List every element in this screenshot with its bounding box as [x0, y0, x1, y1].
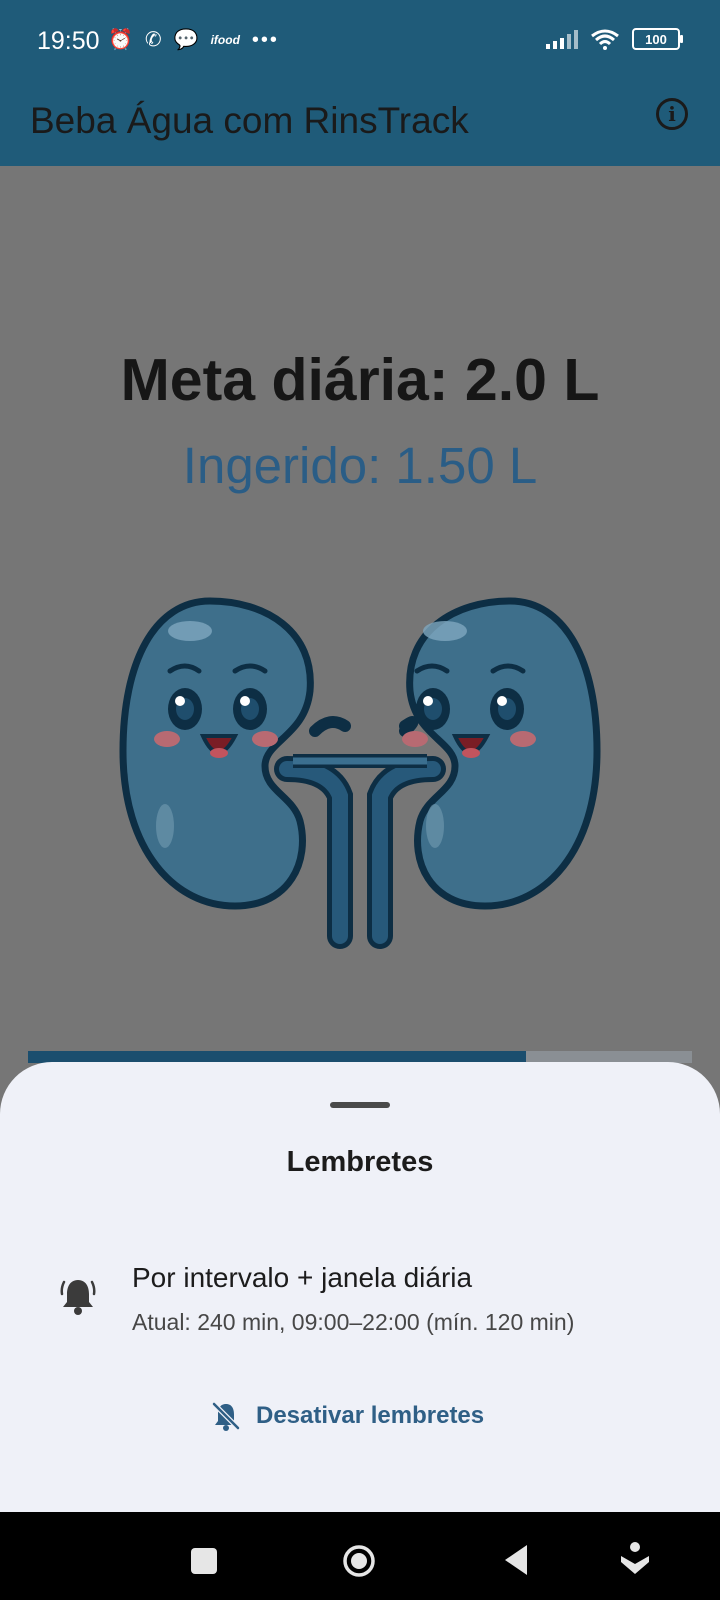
- kidney-left: [119, 597, 314, 910]
- bell-off-icon: [212, 1402, 240, 1431]
- status-system-icons: 100: [546, 28, 683, 50]
- reminders-bottom-sheet: Lembretes Por intervalo + janela diária …: [0, 1062, 720, 1512]
- status-bar: 19:50 ⏰ ✆ 💬 ifood ••• 100: [0, 0, 720, 88]
- back-icon[interactable]: [503, 1543, 529, 1577]
- app-title: Beba Água com RinsTrack: [30, 100, 469, 141]
- info-icon[interactable]: i: [656, 98, 688, 130]
- signal-icon: [546, 29, 578, 49]
- reminder-mode-subtitle: Atual: 240 min, 09:00–22:00 (mín. 120 mi…: [132, 1309, 575, 1335]
- reminder-mode-title[interactable]: Por intervalo + janela diária: [132, 1262, 472, 1294]
- ifood-icon: ifood: [210, 33, 240, 47]
- status-time: 19:50: [37, 27, 100, 55]
- alarm-icon: ⏰: [108, 29, 133, 51]
- home-icon[interactable]: [342, 1544, 376, 1578]
- chat-bubble-icon: 💬: [173, 29, 199, 51]
- assist-icon[interactable]: [618, 1540, 652, 1578]
- app-bar: Beba Água com RinsTrack: [0, 88, 720, 166]
- daily-goal: Meta diária: 2.0 L: [120, 347, 600, 413]
- sheet-title: Lembretes: [286, 1146, 434, 1178]
- disable-reminders-label: Desativar lembretes: [256, 1402, 485, 1429]
- bell-ringing-icon: [60, 1280, 96, 1315]
- status-notification-icons: ⏰ ✆ 💬 ifood •••: [108, 28, 279, 52]
- whatsapp-icon: ✆: [144, 29, 162, 51]
- recents-icon[interactable]: [191, 1548, 217, 1574]
- kidneys-illustration: [119, 597, 601, 949]
- battery-icon: 100: [632, 28, 683, 50]
- more-notifications-icon: •••: [251, 29, 279, 51]
- intake-amount: Ingerido: 1.50 L: [182, 437, 538, 494]
- disable-reminders-button[interactable]: Desativar lembretes: [210, 1392, 484, 1440]
- kidney-right: [402, 597, 601, 910]
- drag-handle[interactable]: [330, 1102, 390, 1108]
- wifi-icon: [591, 29, 619, 50]
